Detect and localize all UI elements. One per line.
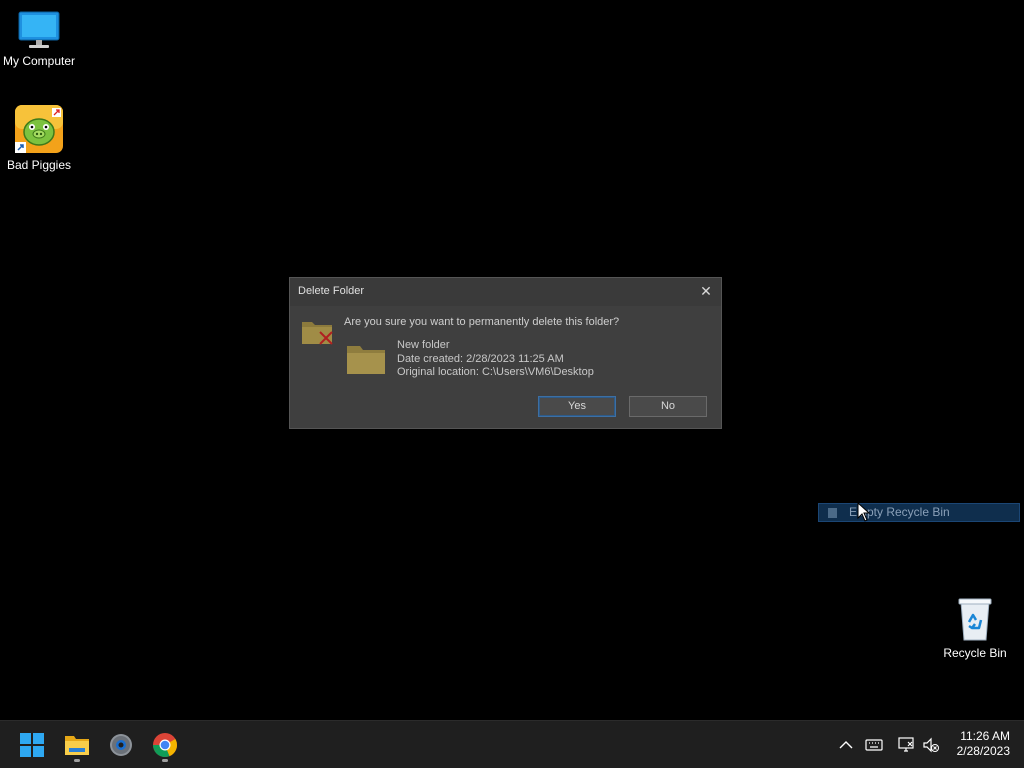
context-menu-item-empty-recycle-bin[interactable]: Empty Recycle Bin [818,503,1020,522]
chrome-icon [153,733,177,757]
dialog-title: Delete Folder [298,285,365,297]
desktop-icon-label: Recycle Bin [943,646,1007,660]
running-indicator [74,759,80,762]
dialog-question: Are you sure you want to permanently del… [344,316,620,328]
start-button[interactable] [14,727,50,763]
running-indicator [162,759,168,762]
taskbar-settings[interactable] [103,727,139,763]
desktop-icon-label: My Computer [2,54,76,68]
volume-muted-icon[interactable] [921,735,941,755]
taskbar-chrome[interactable] [147,727,183,763]
item-date-created: Date created: 2/28/2023 11:25 AM [397,352,564,365]
chevron-up-icon[interactable] [836,735,856,755]
clock-time: 11:26 AM [960,729,1010,743]
no-button[interactable]: No [629,396,707,417]
network-icon[interactable] [896,735,916,755]
desktop-icon-my-computer[interactable]: My Computer [0,10,79,68]
dialog-titlebar[interactable]: Delete Folder ✕ [290,278,721,306]
dialog-body: Are you sure you want to permanently del… [290,306,721,428]
monitor-icon [18,11,60,48]
recycle-bin-icon [958,598,992,641]
item-name: New folder [397,339,450,351]
gear-icon [110,734,132,756]
close-icon[interactable]: ✕ [697,282,715,300]
item-original-location: Original location: C:\Users\VM6\Desktop [397,366,594,378]
taskbar: 11:26 AM 2/28/2023 [0,720,1024,768]
desktop-icon-label: Bad Piggies [6,158,72,172]
folder-delete-icon [302,322,333,345]
desktop-icon-recycle-bin[interactable]: Recycle Bin [935,596,1015,660]
clock-date: 2/28/2023 [956,744,1010,758]
folder-icon [65,736,89,755]
taskbar-clock[interactable]: 11:26 AM 2/28/2023 [957,729,1010,759]
recycle-bin-icon [828,508,837,518]
desktop-icon-bad-piggies[interactable]: Bad Piggies [0,104,79,172]
yes-button[interactable]: Yes [538,396,616,417]
folder-icon [347,346,385,374]
bad-piggies-icon [15,105,63,153]
keyboard-icon[interactable] [864,735,884,755]
delete-folder-dialog: Delete Folder ✕ Are you sure you want to… [289,277,722,429]
mouse-pointer-icon [857,502,871,522]
item-details: New folder Date created: 2/28/2023 11:25… [397,339,594,380]
windows-logo-icon [20,733,44,757]
taskbar-file-explorer[interactable] [59,727,95,763]
